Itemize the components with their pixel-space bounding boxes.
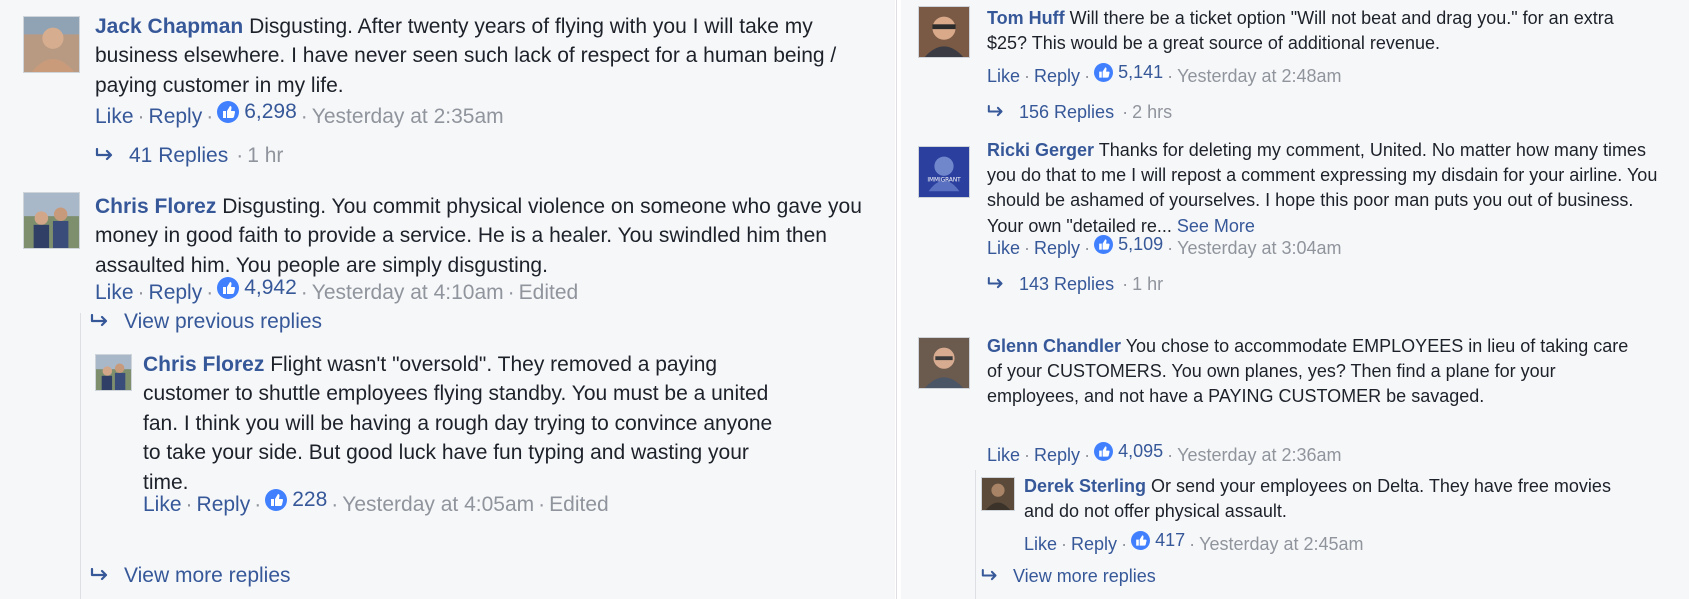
like-thumb-icon	[217, 277, 240, 299]
like-count[interactable]: 5,109	[1094, 234, 1163, 255]
comment-time[interactable]: Yesterday at 3:04am	[1177, 238, 1341, 258]
reply-link[interactable]: Reply	[149, 105, 203, 128]
right-comments-panel: Tom Huff Will there be a ticket option "…	[901, 0, 1689, 599]
replies-count[interactable]: 143 Replies	[1019, 274, 1114, 295]
comment-text: Tom Huff Will there be a ticket option "…	[987, 6, 1657, 56]
comment-actions: Like · Reply · 6,298 · Yesterday at 2:35am	[95, 100, 504, 128]
comment-time[interactable]: Yesterday at 2:35am	[312, 105, 504, 128]
comment-time[interactable]: Yesterday at 2:36am	[1177, 445, 1341, 465]
thread-line	[975, 470, 976, 599]
like-thumb-icon	[265, 489, 288, 511]
avatar[interactable]	[918, 6, 970, 58]
view-more-replies-link[interactable]: View more replies	[981, 566, 1156, 587]
avatar[interactable]	[23, 16, 80, 73]
thread-line	[80, 313, 81, 599]
comment-text: Jack Chapman Disgusting. After twenty ye…	[95, 12, 875, 100]
like-link[interactable]: Like	[1024, 534, 1057, 554]
like-count[interactable]: 228	[265, 488, 327, 512]
like-count[interactable]: 4,942	[217, 276, 297, 300]
reply-arrow-icon	[987, 274, 1007, 295]
comment-ricki-gerger: IMMIGRANT Ricki Gerger Thanks for deleti…	[901, 138, 1689, 313]
like-thumb-icon	[1094, 442, 1114, 461]
view-more-replies-link[interactable]: View more replies	[90, 564, 291, 588]
like-link[interactable]: Like	[95, 281, 134, 304]
avatar[interactable]	[918, 337, 970, 389]
reply-link[interactable]: Reply	[1034, 238, 1080, 258]
reply-arrow-icon	[987, 102, 1007, 123]
like-link[interactable]: Like	[143, 493, 182, 516]
author-name-link[interactable]: Tom Huff	[987, 8, 1065, 28]
reply-time[interactable]: Yesterday at 2:45am	[1199, 534, 1363, 554]
like-count[interactable]: 4,095	[1094, 441, 1163, 462]
comment-jack-chapman: Jack Chapman Disgusting. After twenty ye…	[0, 0, 895, 170]
like-count[interactable]: 5,141	[1094, 62, 1163, 83]
replies-link[interactable]: 143 Replies · 1 hr	[987, 274, 1163, 295]
avatar[interactable]	[95, 354, 132, 391]
replies-link[interactable]: 156 Replies · 2 hrs	[987, 102, 1172, 123]
like-count[interactable]: 417	[1131, 530, 1185, 551]
view-previous-replies-link[interactable]: View previous replies	[90, 310, 322, 334]
reply-link[interactable]: Reply	[1034, 66, 1080, 86]
reply-actions: Like · Reply · 417 · Yesterday at 2:45am	[1024, 530, 1364, 554]
author-name-link[interactable]: Derek Sterling	[1024, 476, 1146, 496]
reply-link[interactable]: Reply	[149, 281, 203, 304]
author-name-link[interactable]: Jack Chapman	[95, 15, 243, 38]
like-link[interactable]: Like	[987, 238, 1020, 258]
reply-derek-sterling: Derek Sterling Or send your employees on…	[981, 474, 1681, 564]
comment-actions: Like · Reply · 4,095 · Yesterday at 2:36am	[987, 441, 1342, 465]
reply-link[interactable]: Reply	[197, 493, 251, 516]
like-link[interactable]: Like	[987, 445, 1020, 465]
reply-time[interactable]: Yesterday at 4:05am	[342, 493, 534, 516]
reply-link[interactable]: Reply	[1034, 445, 1080, 465]
author-name-link[interactable]: Chris Florez	[95, 195, 216, 218]
comment-tom-huff: Tom Huff Will there be a ticket option "…	[901, 0, 1689, 125]
reply-arrow-icon	[90, 310, 112, 334]
replies-count[interactable]: 41 Replies	[129, 144, 228, 168]
reply-arrow-icon	[95, 144, 117, 168]
comment-text: Glenn Chandler You chose to accommodate …	[987, 334, 1647, 410]
reply-arrow-icon	[981, 566, 1001, 587]
comment-actions: Like · Reply · 5,109 · Yesterday at 3:04am	[987, 234, 1342, 258]
replies-time: · 1 hr	[236, 144, 284, 167]
comment-time[interactable]: Yesterday at 2:48am	[1177, 66, 1341, 86]
comment-text: Ricki Gerger Thanks for deleting my comm…	[987, 138, 1672, 239]
avatar-caption: IMMIGRANT	[927, 178, 961, 184]
comment-actions: Like · Reply · 5,141 · Yesterday at 2:48am	[987, 62, 1342, 86]
comment-text: Chris Florez Disgusting. You commit phys…	[95, 192, 875, 280]
edited-label[interactable]: Edited	[519, 281, 579, 304]
reply-actions: Like · Reply · 228 · Yesterday at 4:05am · Edite…	[143, 488, 609, 516]
replies-link[interactable]: 41 Replies · 1 hr	[95, 144, 283, 168]
comment-glenn-chandler: Glenn Chandler You chose to accommodate …	[901, 334, 1689, 465]
comment-time[interactable]: Yesterday at 4:10am	[312, 281, 504, 304]
avatar[interactable]: IMMIGRANT	[918, 146, 970, 198]
replies-count[interactable]: 156 Replies	[1019, 102, 1114, 123]
comment-body: Will there be a ticket option "Will not …	[987, 8, 1614, 54]
reply-arrow-icon	[90, 564, 112, 588]
like-thumb-icon	[1094, 63, 1114, 82]
replies-time: · 1 hr	[1122, 274, 1164, 294]
avatar[interactable]	[23, 192, 80, 249]
edited-label[interactable]: Edited	[549, 493, 609, 516]
avatar[interactable]	[981, 477, 1015, 511]
reply-text: Derek Sterling Or send your employees on…	[1024, 474, 1624, 524]
like-thumb-icon	[1131, 531, 1151, 550]
replies-time: · 2 hrs	[1122, 102, 1173, 122]
see-more-link[interactable]: See More	[1177, 216, 1255, 236]
author-name-link[interactable]: Glenn Chandler	[987, 336, 1121, 356]
author-name-link[interactable]: Ricki Gerger	[987, 140, 1094, 160]
reply-text: Chris Florez Flight wasn't "oversold". T…	[143, 350, 793, 497]
comment-actions: Like · Reply · 4,942 · Yesterday at 4:10am · Edi…	[95, 276, 579, 304]
like-thumb-icon	[1094, 235, 1114, 254]
like-count[interactable]: 6,298	[217, 100, 297, 124]
reply-chris-florez: Chris Florez Flight wasn't "oversold". T…	[90, 350, 890, 520]
author-name-link[interactable]: Chris Florez	[143, 353, 264, 376]
reply-link[interactable]: Reply	[1071, 534, 1117, 554]
like-thumb-icon	[217, 101, 240, 123]
like-link[interactable]: Like	[987, 66, 1020, 86]
left-comments-panel: Jack Chapman Disgusting. After twenty ye…	[0, 0, 895, 599]
like-link[interactable]: Like	[95, 105, 134, 128]
